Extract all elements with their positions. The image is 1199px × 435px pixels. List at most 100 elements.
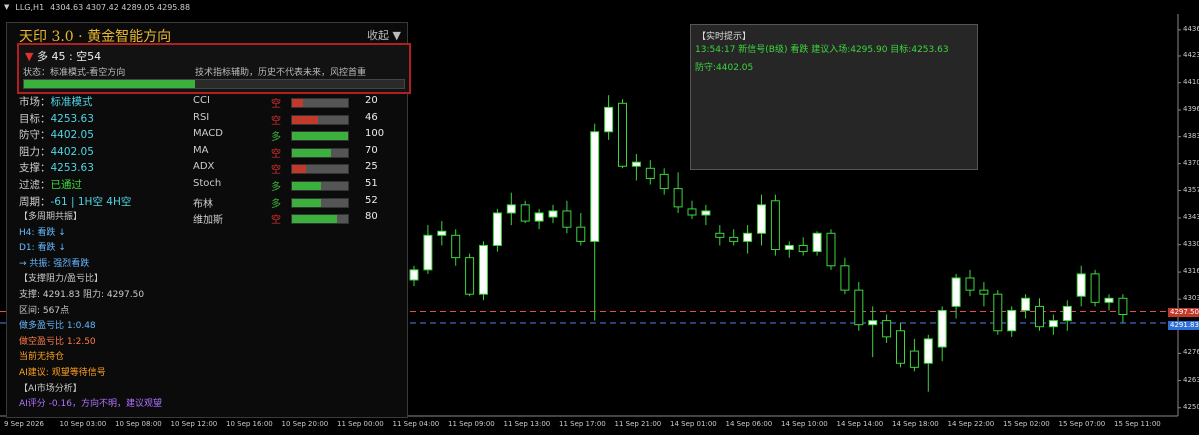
indicator-bar bbox=[291, 197, 349, 208]
price-tick-label: 4250.10 bbox=[1183, 402, 1199, 411]
field-value: 4253.63 bbox=[50, 112, 94, 125]
indicator-bar-fill bbox=[292, 215, 337, 224]
candle-body bbox=[743, 232, 753, 242]
time-tick-label: 15 Sep 11:00 bbox=[1114, 420, 1161, 428]
candle-body bbox=[604, 106, 614, 133]
candle-body bbox=[1118, 297, 1128, 316]
field-value: 4253.63 bbox=[50, 162, 94, 175]
candle-body bbox=[715, 232, 725, 238]
candle-body bbox=[1048, 320, 1058, 328]
candle-body bbox=[1090, 273, 1100, 303]
dropdown-icon[interactable]: ▼ bbox=[4, 3, 9, 11]
signal-box: ▼ 多 45 : 空54 状态：标准模式-看空方向 技术指标辅助，历史不代表未来… bbox=[17, 43, 411, 94]
candle-body bbox=[506, 204, 516, 214]
indicator-bar bbox=[291, 147, 349, 158]
signal-ratio: 多 45 : 空54 bbox=[36, 50, 102, 63]
signal-note: 技术指标辅助，历史不代表未来，风控首重 bbox=[195, 68, 367, 78]
analysis-line: → 共振: 强烈看跌 bbox=[19, 258, 90, 269]
candle-body bbox=[840, 265, 850, 291]
panel-field-row: 周期：-61 | 1H空 4H空 bbox=[19, 194, 131, 209]
indicator-value: 25 bbox=[365, 161, 378, 173]
indicator-direction: 空 bbox=[271, 99, 281, 110]
time-tick-label: 14 Sep 22:00 bbox=[947, 420, 995, 428]
field-value: -61 | 1H空 4H空 bbox=[50, 195, 132, 208]
indicator-name: 维加斯 bbox=[193, 215, 223, 227]
candle-body bbox=[645, 167, 655, 179]
candle-body bbox=[757, 204, 766, 234]
time-tick-label: 10 Sep 20:00 bbox=[281, 420, 329, 428]
signal-strength-fill bbox=[24, 80, 195, 88]
ohlc-readout: 4304.63 4307.42 4289.05 4295.88 bbox=[50, 2, 191, 12]
time-tick-label: 11 Sep 09:00 bbox=[448, 420, 495, 428]
candle-body bbox=[520, 204, 530, 222]
collapse-button[interactable]: 收起 ▼ bbox=[367, 27, 401, 43]
candle-body bbox=[729, 236, 739, 242]
time-tick-label: 10 Sep 12:00 bbox=[170, 420, 218, 428]
realtime-title: 【实时提示】 bbox=[697, 32, 752, 42]
price-tick-label: 4383.55 bbox=[1183, 131, 1199, 140]
time-tick-label: 14 Sep 14:00 bbox=[836, 420, 884, 428]
candle-body bbox=[882, 320, 892, 338]
time-tick-label: 14 Sep 06:00 bbox=[725, 420, 773, 428]
time-tick-label: 10 Sep 08:00 bbox=[115, 420, 162, 428]
indicator-name: CCI bbox=[193, 95, 210, 106]
field-label: 过滤： bbox=[19, 179, 51, 191]
price-tick-label: 4316.90 bbox=[1183, 267, 1199, 276]
candle-body bbox=[659, 173, 669, 190]
indicator-bar bbox=[291, 181, 349, 191]
time-tick-label: 14 Sep 01:00 bbox=[670, 420, 717, 428]
candle-body bbox=[951, 277, 961, 307]
candle-body bbox=[631, 161, 641, 167]
panel-field-row: 防守：4402.05 bbox=[19, 127, 94, 142]
analysis-line: AI建议: 观望等待信号 bbox=[19, 368, 106, 378]
time-tick-label: 11 Sep 21:00 bbox=[614, 420, 662, 428]
candle-body bbox=[673, 188, 683, 208]
indicator-bar-fill bbox=[292, 115, 318, 124]
price-tick-label: 4396.70 bbox=[1183, 105, 1199, 113]
signal-status: 状态：标准模式-看空方向 bbox=[23, 68, 126, 78]
realtime-alert-box: 【实时提示】 13:54:17 新信号(B级) 看跌 建议入场:4295.90 … bbox=[690, 24, 978, 170]
candle-body bbox=[409, 269, 419, 281]
analysis-line: 当前无持仓 bbox=[19, 352, 65, 363]
indicator-value: 51 bbox=[365, 178, 378, 189]
indicator-bar-fill bbox=[292, 132, 348, 141]
candle-body bbox=[590, 131, 600, 242]
analysis-line: 区间: 567点 bbox=[19, 305, 70, 316]
price-tick-label: 4263.50 bbox=[1183, 375, 1199, 384]
candle-body bbox=[1007, 309, 1017, 332]
price-tick-label: 4423.30 bbox=[1183, 50, 1199, 59]
field-label: 目标： bbox=[19, 112, 51, 125]
candle-body bbox=[923, 338, 933, 364]
candle-body bbox=[576, 226, 586, 242]
chart-topbar: ▼ LLG,H1 4304.63 4307.42 4289.05 4295.88 bbox=[0, 0, 190, 14]
candle-body bbox=[437, 230, 447, 236]
indicator-value: 80 bbox=[365, 211, 378, 223]
signal-strength-bar bbox=[23, 79, 405, 89]
analysis-line: 做多盈亏比 1:0.48 bbox=[19, 321, 96, 332]
candle-body bbox=[1021, 297, 1031, 311]
price-tick-label: 4410.15 bbox=[1183, 77, 1199, 86]
price-tick-label: 4357.05 bbox=[1183, 185, 1199, 194]
panel-field-row: 支撑：4253.63 bbox=[19, 160, 94, 175]
candle-body bbox=[770, 200, 780, 251]
field-value: 已通过 bbox=[50, 179, 83, 191]
indicator-bar-fill bbox=[292, 165, 306, 174]
field-label: 支撑： bbox=[19, 162, 51, 175]
candle-body bbox=[1076, 273, 1086, 297]
candle-body bbox=[548, 210, 558, 218]
time-tick-label: 11 Sep 17:00 bbox=[559, 420, 606, 428]
symbol-label: LLG,H1 bbox=[15, 2, 45, 12]
indicator-name: ADX bbox=[193, 161, 215, 173]
analysis-line: 【AI市场分析】 bbox=[19, 383, 82, 394]
indicator-value: 100 bbox=[365, 128, 385, 140]
indicator-bar-fill bbox=[292, 182, 321, 190]
time-tick-label: 11 Sep 13:00 bbox=[503, 420, 551, 428]
field-label: 防守： bbox=[19, 129, 51, 142]
price-tick-label: 4303.55 bbox=[1183, 294, 1199, 303]
realtime-defense-line: 防守:4402.05 bbox=[695, 63, 754, 73]
analysis-line: H4: 看跌 ↓ bbox=[19, 227, 66, 238]
candle-body bbox=[909, 350, 919, 368]
field-value: 4402.05 bbox=[50, 129, 94, 142]
panel-field-row: 市场：标准模式 bbox=[19, 94, 93, 109]
analysis-line: 【支撑阻力/盈亏比】 bbox=[19, 274, 104, 285]
